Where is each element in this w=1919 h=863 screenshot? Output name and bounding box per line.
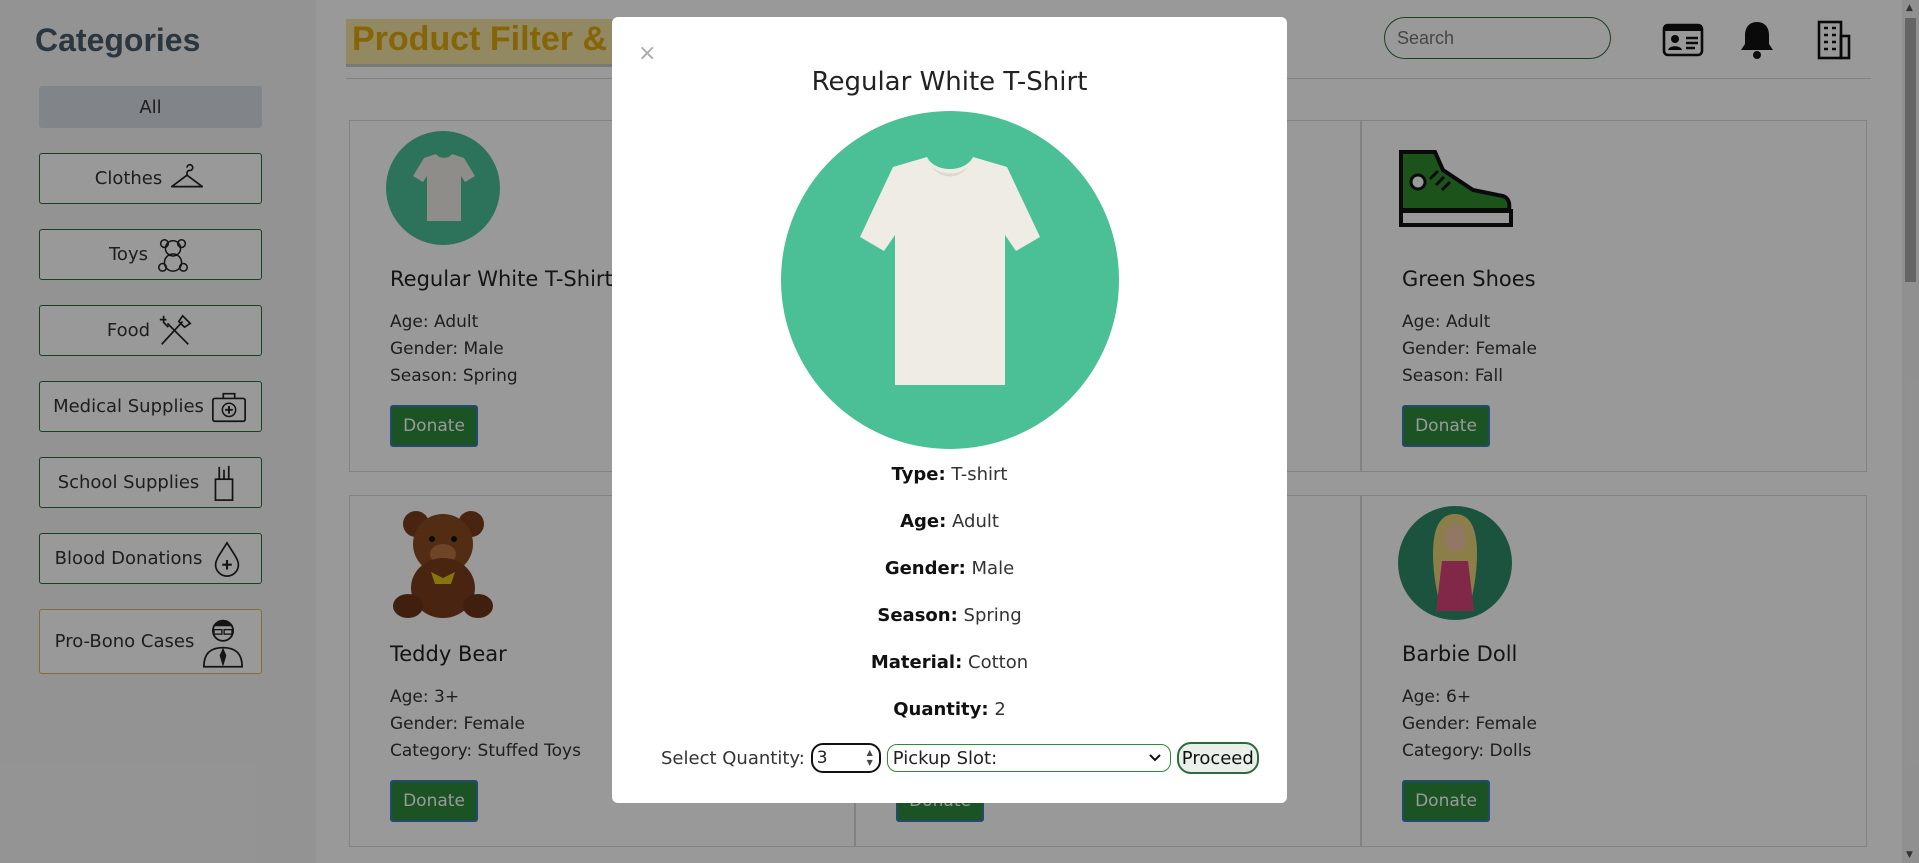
detail-age: Age: Adult bbox=[612, 511, 1287, 532]
detail-age-value: Adult bbox=[952, 511, 999, 532]
detail-gender-value: Male bbox=[971, 558, 1015, 579]
modal-title: Regular White T-Shirt bbox=[811, 67, 1088, 97]
quantity-stepper[interactable]: 3 ▲ ▼ bbox=[810, 743, 881, 773]
detail-season-value: Spring bbox=[963, 605, 1022, 626]
tshirt-large-image bbox=[781, 111, 1119, 449]
pickup-slot-select[interactable]: Pickup Slot: bbox=[886, 744, 1171, 772]
detail-quantity-label: Quantity: bbox=[893, 699, 989, 720]
quantity-row: Select Quantity: 3 ▲ ▼ Pickup Slot: Proce… bbox=[661, 742, 1259, 774]
detail-quantity-value: 2 bbox=[994, 699, 1006, 720]
detail-type-label: Type: bbox=[891, 464, 946, 485]
proceed-button[interactable]: Proceed bbox=[1176, 742, 1259, 774]
quantity-value: 3 bbox=[816, 748, 828, 768]
close-icon[interactable]: × bbox=[638, 41, 656, 66]
detail-gender-label: Gender: bbox=[884, 558, 966, 579]
detail-season-label: Season: bbox=[877, 605, 958, 626]
detail-material-value: Cotton bbox=[968, 652, 1029, 673]
detail-material-label: Material: bbox=[870, 652, 963, 673]
detail-type-value: T-shirt bbox=[951, 464, 1008, 485]
chevron-down-icon bbox=[1149, 754, 1161, 762]
detail-gender: Gender: Male bbox=[612, 558, 1287, 579]
select-quantity-label: Select Quantity: bbox=[661, 747, 805, 769]
product-modal: × Regular White T-Shirt Type: T-shirt Ag… bbox=[612, 17, 1287, 803]
detail-type: Type: T-shirt bbox=[612, 464, 1287, 485]
detail-season: Season: Spring bbox=[612, 605, 1287, 626]
spinner-arrows-icon[interactable]: ▲ ▼ bbox=[867, 748, 873, 768]
detail-quantity: Quantity: 2 bbox=[612, 699, 1287, 720]
detail-age-label: Age: bbox=[900, 511, 947, 532]
pickup-slot-value: Pickup Slot: bbox=[892, 747, 998, 769]
detail-material: Material: Cotton bbox=[612, 652, 1287, 673]
